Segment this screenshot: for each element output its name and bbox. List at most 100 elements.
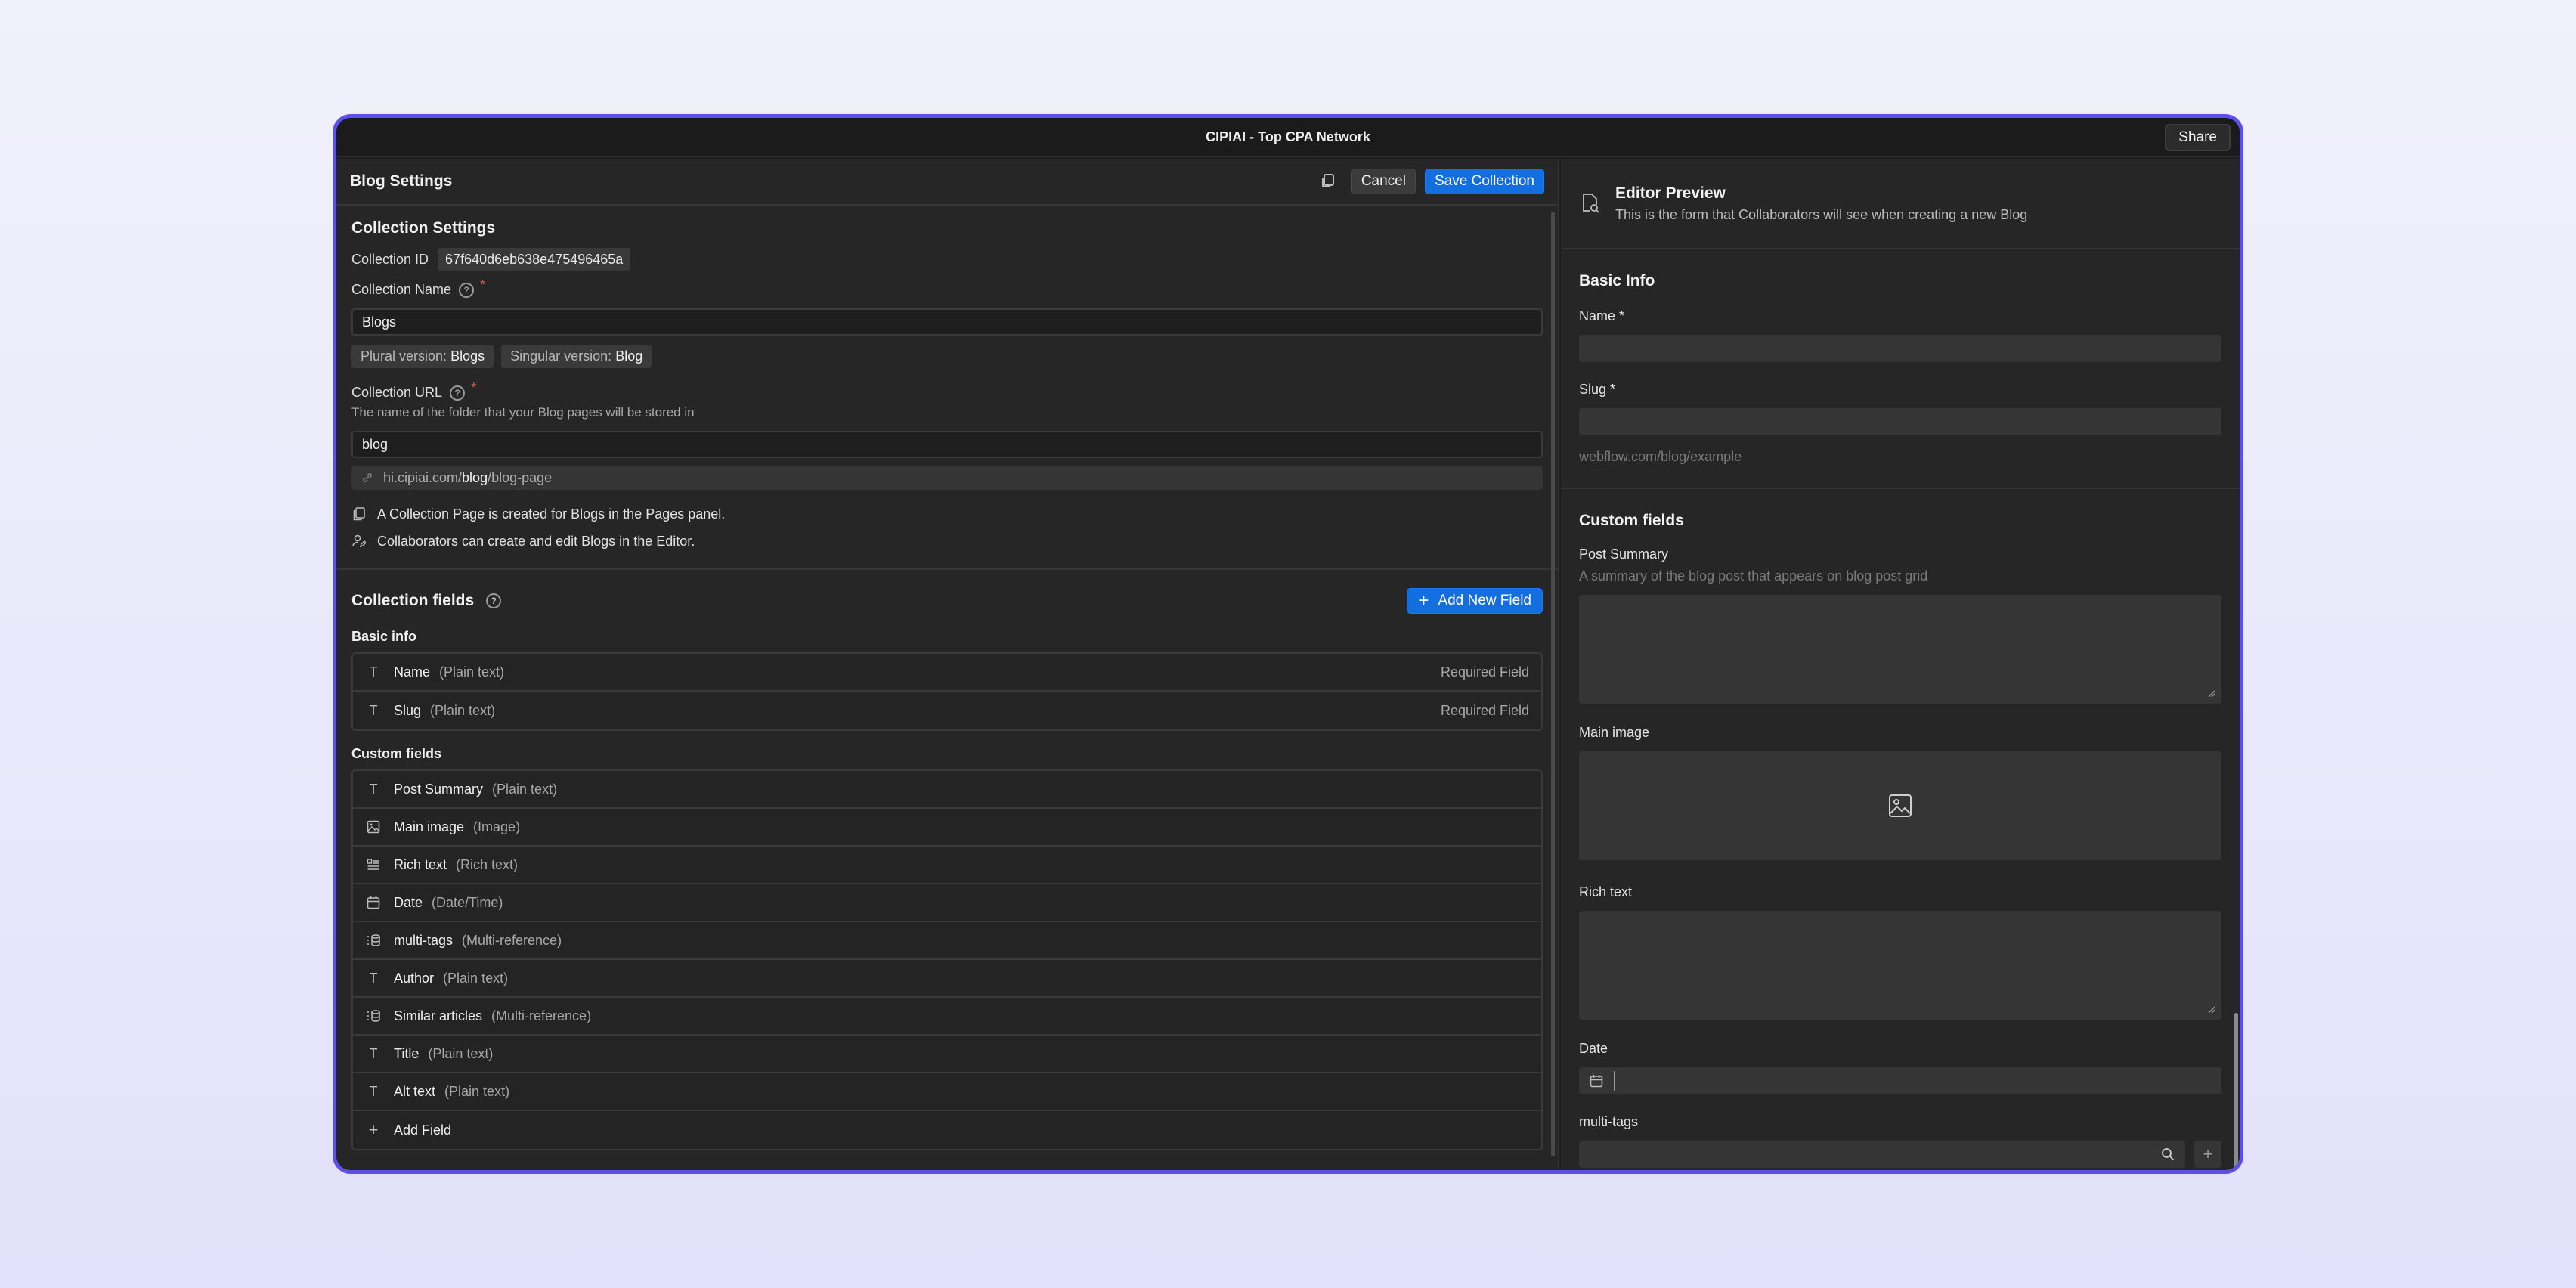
custom-fields-label: Custom fields [351,746,442,761]
preview-basic-info: Basic Info Name * Slug * webflow.com/blo… [1561,249,2240,489]
basic-info-label: Basic info [351,629,417,644]
preview-main-image-label: Main image [1579,725,1650,740]
help-icon[interactable]: ? [486,593,502,608]
collection-settings-title: Collection Settings [351,219,496,237]
text-type-icon: T [369,1045,378,1061]
preview-main-image-upload[interactable] [1579,751,2221,860]
field-row-multi-tags[interactable]: multi-tags (Multi-reference) [353,922,1541,960]
collection-id-label: Collection ID [351,252,429,267]
preview-name-input[interactable] [1579,335,2221,362]
preview-slug-label: Slug * [1579,382,1616,397]
preview-multi-tags-search[interactable] [1579,1141,2185,1168]
collection-id-value[interactable]: 67f640d6eb638e475496465a [438,248,631,271]
calendar-icon [1590,1075,1603,1088]
collection-fields-title: Collection fields [351,592,475,609]
field-row-date[interactable]: Date (Date/Time) [353,884,1541,922]
collection-name-input[interactable]: Blogs [351,308,1543,336]
preview-date-input[interactable] [1579,1067,2221,1094]
preview-custom-fields: Custom fields Post Summary A summary of … [1561,489,2240,1168]
field-row-rich-text[interactable]: Rich text (Rich text) [353,847,1541,884]
pages-icon [351,506,367,522]
field-row-author[interactable]: T Author (Plain text) [353,960,1541,998]
preview-multi-tags-label: multi-tags [1579,1114,1639,1129]
editor-preview-title: Editor Preview [1615,184,1726,202]
preview-rich-text-area[interactable] [1579,911,2221,1020]
collection-url-input[interactable]: blog [351,431,1543,458]
multi-reference-icon [365,1008,382,1024]
multi-reference-icon [365,932,382,949]
collection-url-label-row: Collection URL ? * [351,380,1543,401]
help-icon[interactable]: ? [459,282,475,298]
plural-version-tag[interactable]: Plural version: Blogs [351,345,494,368]
text-type-icon: T [369,781,378,797]
field-row-name[interactable]: T Name (Plain text) Required Field [353,654,1541,692]
window-title: CIPIAI - Top CPA Network [1206,128,1370,144]
text-type-icon: T [369,702,378,718]
preview-post-summary-hint: A summary of the blog post that appears … [1579,568,1928,584]
info-collaborators: Collaborators can create and edit Blogs … [351,528,1543,555]
image-placeholder-icon [1889,794,1912,817]
resize-handle-icon[interactable] [2206,1005,2215,1014]
user-edit-icon [351,534,367,549]
preview-post-summary-label: Post Summary [1579,546,1669,562]
field-row-title[interactable]: T Title (Plain text) [353,1036,1541,1073]
preview-custom-title: Custom fields [1579,512,1684,529]
rich-text-type-icon [365,856,382,873]
field-row-main-image[interactable]: Main image (Image) [353,809,1541,847]
editor-preview-panel: Editor Preview This is the form that Col… [1561,159,2240,1170]
plus-icon: + [368,1120,379,1139]
left-scrollbar[interactable] [1551,212,1555,1156]
text-type-icon: T [369,664,378,680]
collection-url-label: Collection URL [351,385,443,400]
preview-rich-text-label: Rich text [1579,884,1633,899]
field-row-slug[interactable]: T Slug (Plain text) Required Field [353,692,1541,729]
preview-name-label: Name * [1579,308,1625,324]
panel-title: Blog Settings [350,172,453,190]
duplicate-icon[interactable] [1320,173,1336,190]
collection-name-label: Collection Name [351,282,452,297]
preview-multi-tags-add-button[interactable]: + [2194,1141,2221,1168]
cancel-button[interactable]: Cancel [1351,169,1416,194]
image-type-icon [365,819,382,835]
calendar-icon [365,894,382,911]
field-row-similar-articles[interactable]: Similar articles (Multi-reference) [353,998,1541,1036]
right-scrollbar[interactable] [2234,1013,2238,1170]
add-new-field-button[interactable]: + Add New Field [1407,588,1543,614]
name-versions-row: Plural version: Blogs Singular version: … [351,345,1543,368]
blog-settings-panel: Blog Settings Cancel Save Collection Col… [336,159,1559,1170]
field-row-alt-text[interactable]: T Alt text (Plain text) [353,1073,1541,1111]
custom-fields-list: T Post Summary (Plain text) Main image (… [351,769,1543,1150]
collection-name-label-row: Collection Name ? * [351,277,1543,298]
field-row-post-summary[interactable]: T Post Summary (Plain text) [353,771,1541,809]
save-collection-button[interactable]: Save Collection [1424,169,1544,194]
editor-preview-header: Editor Preview This is the form that Col… [1561,159,2240,249]
singular-version-tag[interactable]: Singular version: Blog [501,345,652,368]
preview-multi-tags-row: + [1579,1141,2221,1168]
help-icon[interactable]: ? [450,385,466,401]
collection-url-hint: The name of the folder that your Blog pa… [351,405,695,420]
editor-preview-subtitle: This is the form that Collaborators will… [1615,206,2028,222]
preview-date-label: Date [1579,1041,1608,1056]
collection-settings-section: Collection Settings Collection ID 67f640… [336,206,1558,555]
text-type-icon: T [369,1083,378,1099]
basic-fields-list: T Name (Plain text) Required Field T Slu… [351,652,1543,731]
search-icon [2162,1148,2175,1161]
resize-handle-icon[interactable] [2206,689,2215,698]
app-window: CIPIAI - Top CPA Network Share Blog Sett… [333,114,2243,1174]
share-button[interactable]: Share [2165,124,2231,151]
collection-id-row: Collection ID 67f640d6eb638e475496465a [351,248,1543,271]
text-cursor [1614,1071,1615,1091]
text-type-icon: T [369,970,378,986]
preview-search-icon [1579,192,1602,215]
add-field-row[interactable]: + Add Field [353,1111,1541,1149]
preview-post-summary-textarea[interactable] [1579,595,2221,704]
required-asterisk: * [471,380,477,395]
preview-basic-title: Basic Info [1579,272,1655,289]
collection-fields-header: Collection fields ? + Add New Field [336,570,1558,621]
preview-slug-hint: webflow.com/blog/example [1579,449,1742,464]
link-icon [363,473,372,482]
url-preview: hi.cipiai.com/blog/blog-page [351,466,1543,490]
plus-icon: + [1418,590,1429,611]
required-asterisk: * [480,277,486,293]
preview-slug-input[interactable] [1579,408,2221,435]
